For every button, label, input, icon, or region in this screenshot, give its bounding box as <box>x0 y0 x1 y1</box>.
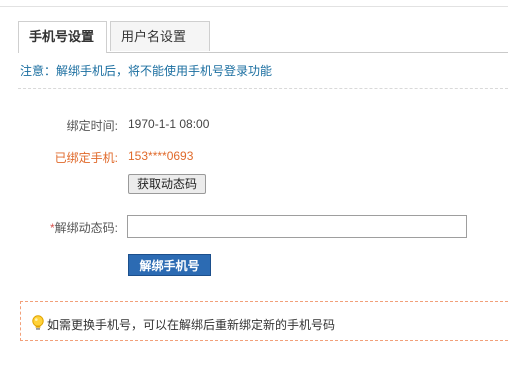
tip-text: 如需更换手机号，可以在解绑后重新绑定新的手机号码 <box>47 318 336 332</box>
unbind-code-label: *解绑动态码: <box>0 219 118 236</box>
lightbulb-icon <box>32 315 44 330</box>
unbind-phone-button[interactable]: 解绑手机号 <box>128 254 211 276</box>
bind-time-label: 绑定时间: <box>66 119 118 133</box>
tip-box: 如需更换手机号，可以在解绑后重新绑定新的手机号码 <box>20 301 508 341</box>
notice-text: 注意：解绑手机后，将不能使用手机号登录功能 <box>20 64 273 78</box>
bound-phone-label: 已绑定手机: <box>54 151 118 165</box>
unbind-code-label-text: 解绑动态码: <box>54 221 118 235</box>
tab-phone-settings[interactable]: 手机号设置 <box>18 21 107 53</box>
top-divider <box>0 6 508 7</box>
tab-bar: 手机号设置 用户名设置 <box>18 21 508 53</box>
section-divider <box>18 88 508 89</box>
tab-username-settings[interactable]: 用户名设置 <box>110 21 210 51</box>
get-code-button[interactable]: 获取动态码 <box>128 174 207 194</box>
unbind-code-input[interactable] <box>127 215 467 238</box>
bound-phone-value: 153****0693 <box>128 149 194 163</box>
bind-time-value: 1970-1-1 08:00 <box>128 117 210 131</box>
